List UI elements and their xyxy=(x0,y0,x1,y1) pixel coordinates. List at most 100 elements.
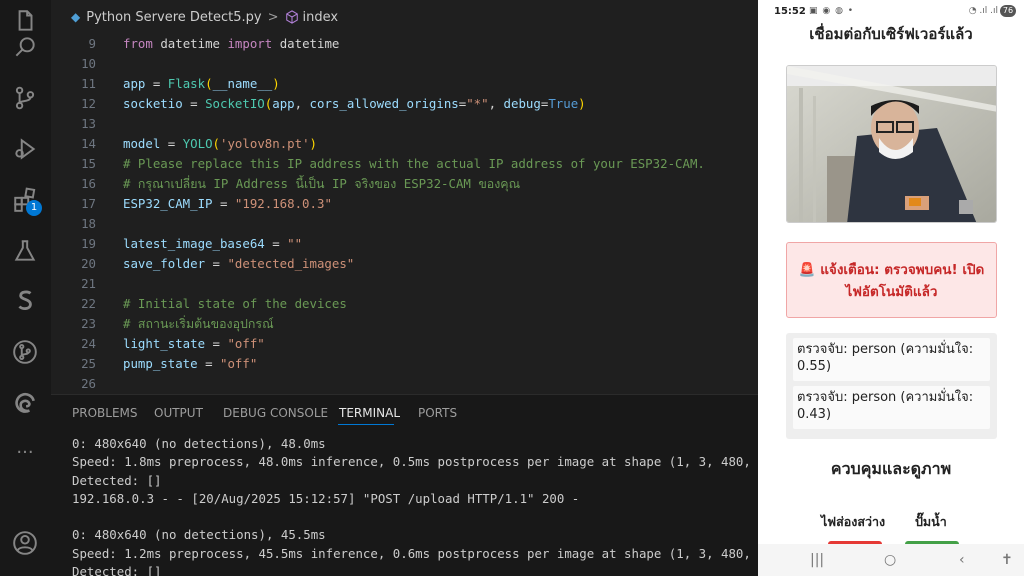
home-icon[interactable]: ○ xyxy=(884,552,896,568)
light-label: ไฟส่องสว่าง xyxy=(821,514,886,529)
code-token: ( xyxy=(212,136,221,151)
code-token: YOLO xyxy=(182,136,213,151)
line-number: 20 xyxy=(81,256,96,271)
code-text: socketio = SocketIO(app, cors_allowed_or… xyxy=(123,94,586,114)
code-text: save_folder = "detected_images" xyxy=(123,254,354,274)
code-text: # Please replace this IP address with th… xyxy=(123,154,705,174)
line-number: 21 xyxy=(81,276,96,291)
tab-problems[interactable]: PROBLEMS xyxy=(72,406,138,420)
code-line[interactable]: 21 xyxy=(51,274,758,294)
code-token: app xyxy=(272,96,295,111)
code-token: import xyxy=(227,36,273,51)
code-line[interactable]: 17 ESP32_CAM_IP = "192.168.0.3" xyxy=(51,194,758,214)
code-token: = xyxy=(264,236,288,251)
code-token: light_state xyxy=(123,336,206,351)
git-graph-icon[interactable] xyxy=(10,337,40,367)
back-icon[interactable]: ‹ xyxy=(959,552,965,568)
code-token: , xyxy=(488,96,504,111)
phone-status-bar: 15:52 ▣ ◉ ◍ • ◔ .ıl .ıl 76 xyxy=(758,0,1024,24)
code-line[interactable]: 26 xyxy=(51,374,758,394)
code-token: "detected_images" xyxy=(227,256,355,271)
person-alert: 🚨 แจ้งเตือน: ตรวจพบคน! เปิดไฟอัตโนมัติแล… xyxy=(786,242,997,318)
source-control-icon[interactable] xyxy=(10,83,40,113)
code-token: "off" xyxy=(227,336,265,351)
code-line[interactable]: 19 latest_image_base64 = "" xyxy=(51,234,758,254)
code-line[interactable]: 10 xyxy=(51,54,758,74)
breadcrumb: ◆ Python Servere Detect5.py > index xyxy=(51,0,758,34)
code-line[interactable]: 18 xyxy=(51,214,758,234)
code-line[interactable]: 15 # Please replace this IP address with … xyxy=(51,154,758,174)
status-time: 15:52 xyxy=(774,6,806,17)
search-icon[interactable] xyxy=(10,32,40,62)
phone-screen: 15:52 ▣ ◉ ◍ • ◔ .ıl .ıl 76 เชื่อมต่อกับเ… xyxy=(758,0,1024,576)
detection-list: ตรวจจับ: person (ความมั่นใจ: 0.55) ตรวจจ… xyxy=(786,333,997,439)
code-token: = xyxy=(145,76,168,91)
activity-bar: 1 ··· xyxy=(0,0,51,576)
code-line[interactable]: 14 model = YOLO('yolov8n.pt') xyxy=(51,134,758,154)
tab-output[interactable]: OUTPUT xyxy=(154,406,203,420)
camera-feed-image xyxy=(786,65,997,223)
active-tab-indicator xyxy=(338,424,394,425)
code-token: app xyxy=(123,76,146,91)
line-number: 12 xyxy=(81,96,96,111)
code-token: socketio xyxy=(123,96,183,111)
code-token: pump_state xyxy=(123,356,198,371)
code-token: Flask xyxy=(167,76,206,91)
code-text: # สถานะเริ่มต้นของอุปกรณ์ xyxy=(123,314,274,334)
tab-ports[interactable]: PORTS xyxy=(418,406,457,420)
code-line[interactable]: 9 from datetime import datetime xyxy=(51,34,758,54)
code-line[interactable]: 16 # กรุณาเปลี่ยน IP Address นี้เป็น IP จ… xyxy=(51,174,758,194)
tab-terminal[interactable]: TERMINAL xyxy=(339,406,400,420)
edge-browser-icon[interactable] xyxy=(10,388,40,418)
detection-item: ตรวจจับ: person (ความมั่นใจ: 0.55) xyxy=(793,338,990,381)
code-editor[interactable]: 9 from datetime import datetime 10 11 app = … xyxy=(51,34,758,394)
accessibility-icon[interactable]: ✝ xyxy=(1001,552,1013,568)
account-icon[interactable] xyxy=(10,528,40,558)
code-token: 'yolov8n.pt' xyxy=(220,136,310,151)
code-line[interactable]: 25 pump_state = "off" xyxy=(51,354,758,374)
detection-item: ตรวจจับ: person (ความมั่นใจ: 0.43) xyxy=(793,386,990,429)
recent-apps-icon[interactable]: ||| xyxy=(810,552,824,568)
panel-tabs: PROBLEMS OUTPUT DEBUG CONSOLE TERMINAL P… xyxy=(51,395,758,431)
breadcrumb-file[interactable]: Python Servere Detect5.py xyxy=(86,10,261,25)
code-line[interactable]: 22 # Initial state of the devices xyxy=(51,294,758,314)
breadcrumb-symbol[interactable]: index xyxy=(303,10,339,25)
terminal-line: Detected: [] xyxy=(72,564,162,576)
code-token: "" xyxy=(287,236,303,251)
code-text: from datetime import datetime xyxy=(123,34,339,54)
code-line[interactable]: 12 socketio = SocketIO(app, cors_allowed_… xyxy=(51,94,758,114)
code-text: # Initial state of the devices xyxy=(123,294,347,314)
code-text: # กรุณาเปลี่ยน IP Address นี้เป็น IP จริ… xyxy=(123,174,520,194)
code-token: ) xyxy=(272,76,280,91)
terminal-line: Speed: 1.2ms preprocess, 45.5ms inferenc… xyxy=(72,545,758,561)
code-token: debug xyxy=(503,96,541,111)
tab-debug-console[interactable]: DEBUG CONSOLE xyxy=(223,406,328,420)
line-number: 13 xyxy=(81,116,96,131)
terminal-line: 0: 480x640 (no detections), 45.5ms xyxy=(72,527,326,543)
code-token: # Initial state of the devices xyxy=(123,296,347,311)
symbol-cube-icon xyxy=(285,10,298,24)
python-s-icon[interactable] xyxy=(10,286,40,316)
run-debug-icon[interactable] xyxy=(10,134,40,164)
code-line[interactable]: 24 light_state = "off" xyxy=(51,334,758,354)
terminal-output[interactable]: 0: 480x640 (no detections), 48.0ms Speed… xyxy=(72,435,758,576)
code-token: = xyxy=(212,196,235,211)
code-line[interactable]: 11 app = Flask(__name__) xyxy=(51,74,758,94)
line-number: 10 xyxy=(81,56,96,71)
code-token: __name__ xyxy=(212,76,273,91)
code-token: datetime xyxy=(160,36,220,51)
code-token: save_folder xyxy=(123,256,206,271)
code-text: model = YOLO('yolov8n.pt') xyxy=(123,134,317,154)
notification-icons: ▣ ◉ ◍ • xyxy=(809,6,855,16)
line-number: 22 xyxy=(81,296,96,311)
testing-flask-icon[interactable] xyxy=(10,236,40,266)
code-token: ESP32_CAM_IP xyxy=(123,196,213,211)
code-line[interactable]: 20 save_folder = "detected_images" xyxy=(51,254,758,274)
code-line[interactable]: 23 # สถานะเริ่มต้นของอุปกรณ์ xyxy=(51,314,758,334)
more-icon[interactable]: ··· xyxy=(10,437,40,467)
code-line[interactable]: 13 xyxy=(51,114,758,134)
code-token: ) xyxy=(578,96,586,111)
line-number: 23 xyxy=(81,316,96,331)
